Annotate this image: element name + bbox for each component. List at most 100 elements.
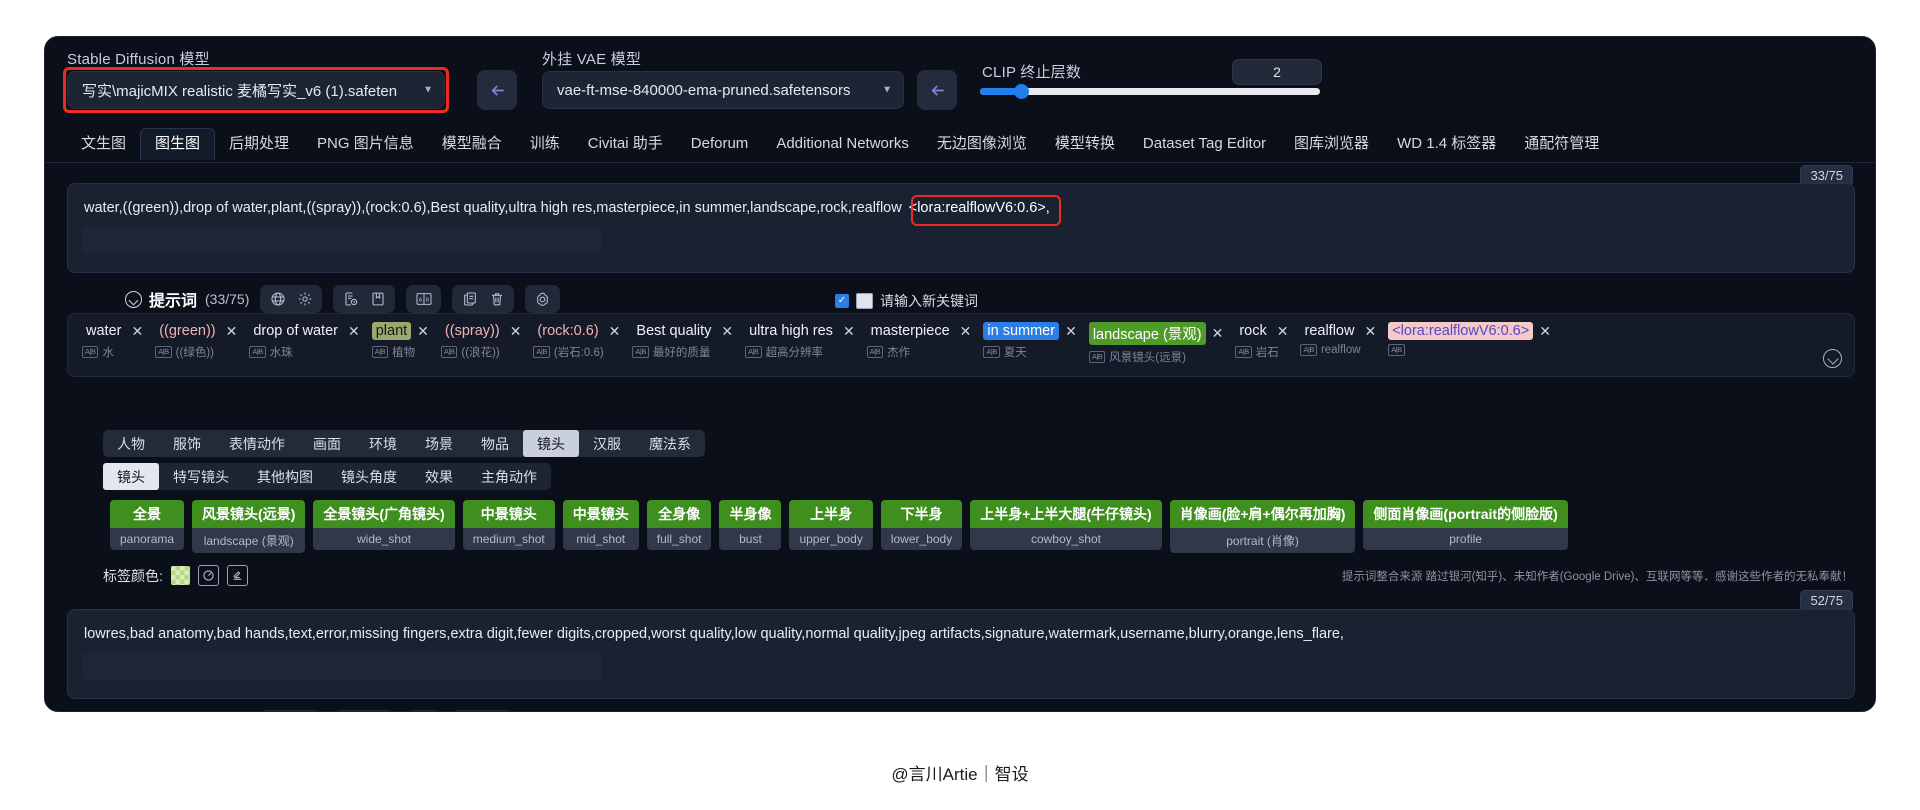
reset-circle-icon[interactable] xyxy=(197,565,219,586)
category-tab-1[interactable]: 服饰 xyxy=(159,430,215,457)
tag-chip[interactable]: water ✕ A|B 水 xyxy=(82,322,143,360)
tag-chip[interactable]: drop of water ✕ A|B 水珠 xyxy=(249,322,360,360)
tag-chip-remove-icon[interactable]: ✕ xyxy=(1539,323,1551,340)
subcategory-tab-3[interactable]: 镜头角度 xyxy=(327,463,411,490)
tag-chip[interactable]: ultra high res ✕ A|B 超高分辨率 xyxy=(745,322,855,360)
preset-tag-button[interactable]: 中景镜头 medium_shot xyxy=(462,500,555,550)
preset-tag-button[interactable]: 半身像 bust xyxy=(719,500,782,550)
category-tab-2[interactable]: 表情动作 xyxy=(215,430,299,457)
prompt-keyword-checkbox[interactable]: ✓ xyxy=(835,294,849,308)
tag-chip[interactable]: masterpiece ✕ A|B 杰作 xyxy=(866,322,972,360)
tag-chip[interactable]: ((green)) ✕ A|B ((绿色)) xyxy=(155,322,237,360)
bookmark-icon[interactable] xyxy=(364,287,391,311)
tag-chip-remove-icon[interactable]: ✕ xyxy=(960,323,972,340)
preset-tag-button[interactable]: 风景镜头(远景) landscape (景观) xyxy=(192,500,306,553)
category-tab-5[interactable]: 场景 xyxy=(411,430,467,457)
tag-chip[interactable]: ((spray)) ✕ A|B ((浪花)) xyxy=(440,322,522,360)
vae-model-refresh-button[interactable] xyxy=(917,70,957,110)
tag-chip-remove-icon[interactable]: ✕ xyxy=(609,323,621,340)
tab-dataset-tag-editor[interactable]: Dataset Tag Editor xyxy=(1129,129,1280,159)
tag-chip-remove-icon[interactable]: ✕ xyxy=(843,323,855,340)
tag-chip[interactable]: realflow ✕ A|B realflow xyxy=(1300,322,1376,356)
tag-chip-line: rock ✕ xyxy=(1235,322,1288,340)
gear-icon[interactable] xyxy=(291,287,318,311)
subcategory-tab-2[interactable]: 其他构图 xyxy=(243,463,327,490)
tag-chip[interactable]: rock ✕ A|B 岩石 xyxy=(1235,322,1288,360)
tag-chip-translation: A|B 岩石 xyxy=(1235,344,1279,360)
preset-tag-button[interactable]: 全身像 full_shot xyxy=(646,500,712,550)
category-tab-3[interactable]: 画面 xyxy=(299,430,355,457)
tab-checkpoint-merger[interactable]: 模型融合 xyxy=(428,129,516,159)
category-tab-9[interactable]: 魔法系 xyxy=(635,430,705,457)
tag-chip-remove-icon[interactable]: ✕ xyxy=(1364,323,1376,340)
prompt-keyword-input[interactable] xyxy=(856,293,873,309)
tag-chip-remove-icon[interactable]: ✕ xyxy=(721,323,733,340)
category-tab-8[interactable]: 汉服 xyxy=(579,430,635,457)
negative-prompt-textarea[interactable]: lowres,bad anatomy,bad hands,text,error,… xyxy=(67,609,1855,699)
tag-chip-remove-icon[interactable]: ✕ xyxy=(226,323,238,340)
tab-civitai-helper[interactable]: Civitai 助手 xyxy=(574,129,677,159)
tag-chip[interactable]: Best quality ✕ A|B 最好的质量 xyxy=(632,322,733,360)
tag-chip[interactable]: in summer ✕ A|B 夏天 xyxy=(983,322,1077,360)
tab-additional-networks[interactable]: Additional Networks xyxy=(762,129,923,159)
tag-chip-remove-icon[interactable]: ✕ xyxy=(1277,323,1289,340)
tag-chip-translation: A|B ((绿色)) xyxy=(155,344,214,360)
tag-chip-remove-icon[interactable]: ✕ xyxy=(348,323,360,340)
tag-chip-translation-text: 风景镜头(远景) xyxy=(1109,352,1186,364)
subcategory-tab-4[interactable]: 效果 xyxy=(411,463,467,490)
tag-chip-remove-icon[interactable]: ✕ xyxy=(1065,323,1077,340)
copy-icon[interactable] xyxy=(456,287,483,311)
category-tab-7[interactable]: 镜头 xyxy=(523,430,579,457)
tab-deforum[interactable]: Deforum xyxy=(677,129,763,159)
tag-chips-collapse-icon[interactable] xyxy=(1823,349,1842,368)
subcategory-tab-0[interactable]: 镜头 xyxy=(103,463,159,490)
tag-chip-remove-icon[interactable]: ✕ xyxy=(417,323,429,340)
preset-tag-button[interactable]: 全景 panorama xyxy=(110,500,185,550)
tab-wildcards-manager[interactable]: 通配符管理 xyxy=(1510,129,1613,159)
category-tab-4[interactable]: 环境 xyxy=(355,430,411,457)
preset-tag-button[interactable]: 肖像画(脸+肩+偶尔再加胸) portrait (肖像) xyxy=(1169,500,1356,553)
category-tab-6[interactable]: 物品 xyxy=(467,430,523,457)
tag-chip[interactable]: (rock:0.6) ✕ A|B (岩石:0.6) xyxy=(533,322,620,360)
translate-ab-icon[interactable]: AB xyxy=(410,287,437,311)
tag-chip[interactable]: <lora:realflowV6:0.6> ✕ A|B xyxy=(1388,322,1551,356)
tab-txt2img[interactable]: 文生图 xyxy=(67,129,140,159)
tag-chip[interactable]: landscape (景观) ✕ A|B 风景镜头(远景) xyxy=(1088,322,1224,365)
tag-chip-translation: A|B 植物 xyxy=(371,344,415,360)
tab-model-converter[interactable]: 模型转换 xyxy=(1041,129,1129,159)
tab-extras[interactable]: 后期处理 xyxy=(215,129,303,159)
preset-tag-button[interactable]: 中景镜头 mid_shot xyxy=(562,500,639,550)
tab-img2img[interactable]: 图生图 xyxy=(140,127,216,160)
preset-tag-button[interactable]: 上半身+上半大腿(牛仔镜头) cowboy_shot xyxy=(970,500,1162,550)
tab-infinite-image-browsing[interactable]: 无边图像浏览 xyxy=(923,129,1041,159)
subcategory-tab-5[interactable]: 主角动作 xyxy=(467,463,551,490)
clip-skip-value[interactable]: 2 xyxy=(1232,59,1322,85)
tag-chip-remove-icon[interactable]: ✕ xyxy=(131,323,143,340)
openai-logo-icon[interactable] xyxy=(529,287,556,311)
tab-image-browser[interactable]: 图库浏览器 xyxy=(1280,129,1383,159)
collapse-chevron-icon[interactable] xyxy=(125,290,142,308)
subcategory-tab-1[interactable]: 特写镜头 xyxy=(159,463,243,490)
tab-train[interactable]: 训练 xyxy=(516,129,574,159)
clip-skip-slider-track[interactable] xyxy=(980,84,1320,99)
sd-model-dropdown[interactable]: 写实\majicMIX realistic 麦橘写实_v6 (1).safete… xyxy=(67,71,445,109)
document-history-icon[interactable] xyxy=(337,287,364,311)
preset-tag-button[interactable]: 全景镜头(广角镜头) wide_shot xyxy=(313,500,455,550)
vae-model-dropdown[interactable]: vae-ft-mse-840000-ema-pruned.safetensors… xyxy=(542,71,904,109)
preset-tag-button[interactable]: 下半身 lower_body xyxy=(880,500,963,550)
preset-tag-button[interactable]: 上半身 upper_body xyxy=(789,500,873,550)
tab-png-info[interactable]: PNG 图片信息 xyxy=(303,129,428,159)
sd-model-refresh-button[interactable] xyxy=(477,70,517,110)
tag-chip-remove-icon[interactable]: ✕ xyxy=(510,323,522,340)
tab-wd-tagger[interactable]: WD 1.4 标签器 xyxy=(1383,129,1510,159)
prompt-textarea[interactable]: water,((green)),drop of water,plant,((sp… xyxy=(67,183,1855,273)
category-tab-0[interactable]: 人物 xyxy=(103,430,159,457)
preset-tag-button[interactable]: 侧面肖像画(portrait的侧脸版) profile xyxy=(1363,500,1568,550)
tag-color-swatch[interactable] xyxy=(170,566,190,585)
clip-skip-slider-thumb[interactable] xyxy=(1014,84,1029,99)
trash-icon[interactable] xyxy=(483,287,510,311)
globe-icon[interactable] xyxy=(264,287,291,311)
tag-chip-remove-icon[interactable]: ✕ xyxy=(1212,325,1224,342)
tag-chip[interactable]: plant ✕ A|B 植物 xyxy=(371,322,429,360)
eraser-icon[interactable] xyxy=(226,565,248,586)
